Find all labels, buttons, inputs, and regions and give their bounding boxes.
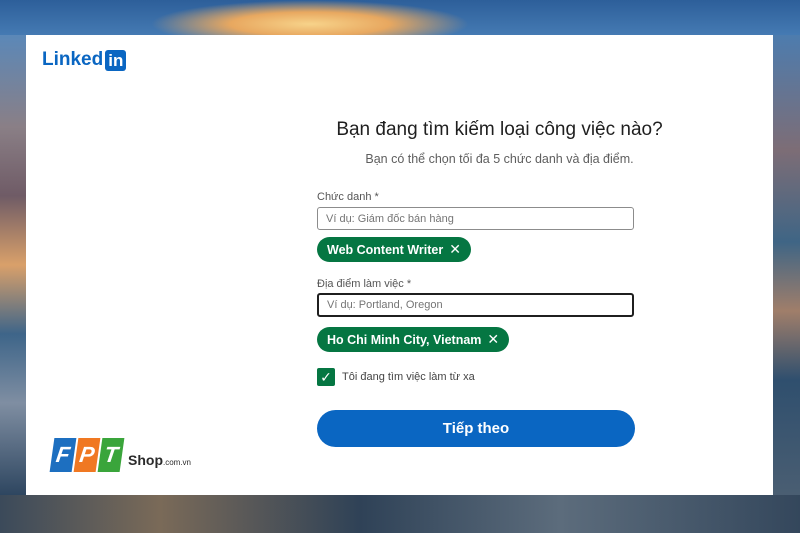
shop-domain: .com.vn <box>163 458 192 467</box>
checkmark-icon: ✓ <box>320 368 332 385</box>
onboarding-card: Linked in Bạn đang tìm kiếm loại công vi… <box>26 35 773 495</box>
remote-checkbox-label[interactable]: Tôi đang tìm việc làm từ xa <box>342 371 475 383</box>
fptshop-watermark: F P T Shop.com.vn <box>49 438 191 472</box>
close-icon[interactable]: ✕ <box>487 331 499 348</box>
job-title-input[interactable] <box>317 207 634 230</box>
shop-text: Shop.com.vn <box>128 452 191 468</box>
linkedin-logo[interactable]: Linked in <box>42 49 127 71</box>
location-label: Địa điểm làm việc * <box>317 278 412 290</box>
logo-in-badge: in <box>105 49 127 71</box>
page-subtitle: Bạn có thể chọn tối đa 5 chức danh và đị… <box>365 152 634 166</box>
location-input[interactable] <box>317 293 634 317</box>
close-icon[interactable]: ✕ <box>449 241 461 258</box>
background-bottom-strip <box>0 495 800 533</box>
shop-label: Shop <box>128 452 163 468</box>
location-chip-label: Ho Chi Minh City, Vietnam <box>327 332 482 347</box>
location-chip[interactable]: Ho Chi Minh City, Vietnam ✕ <box>317 327 510 352</box>
fpt-logo-f: F <box>49 438 77 472</box>
job-title-chip[interactable]: Web Content Writer ✕ <box>317 237 471 262</box>
page-title: Bạn đang tìm kiếm loại công việc nào? <box>336 119 663 140</box>
job-title-chip-label: Web Content Writer <box>327 242 444 257</box>
background-right-strip <box>773 35 800 495</box>
next-button[interactable]: Tiếp theo <box>317 410 635 447</box>
fpt-logo-t: T <box>97 438 125 472</box>
background-sunset <box>150 0 470 40</box>
background-left-strip <box>0 35 26 495</box>
logo-text: Linked <box>42 49 104 70</box>
job-title-label: Chức danh * <box>317 191 379 203</box>
fpt-logo-p: P <box>73 438 101 472</box>
remote-checkbox[interactable]: ✓ <box>317 368 335 386</box>
